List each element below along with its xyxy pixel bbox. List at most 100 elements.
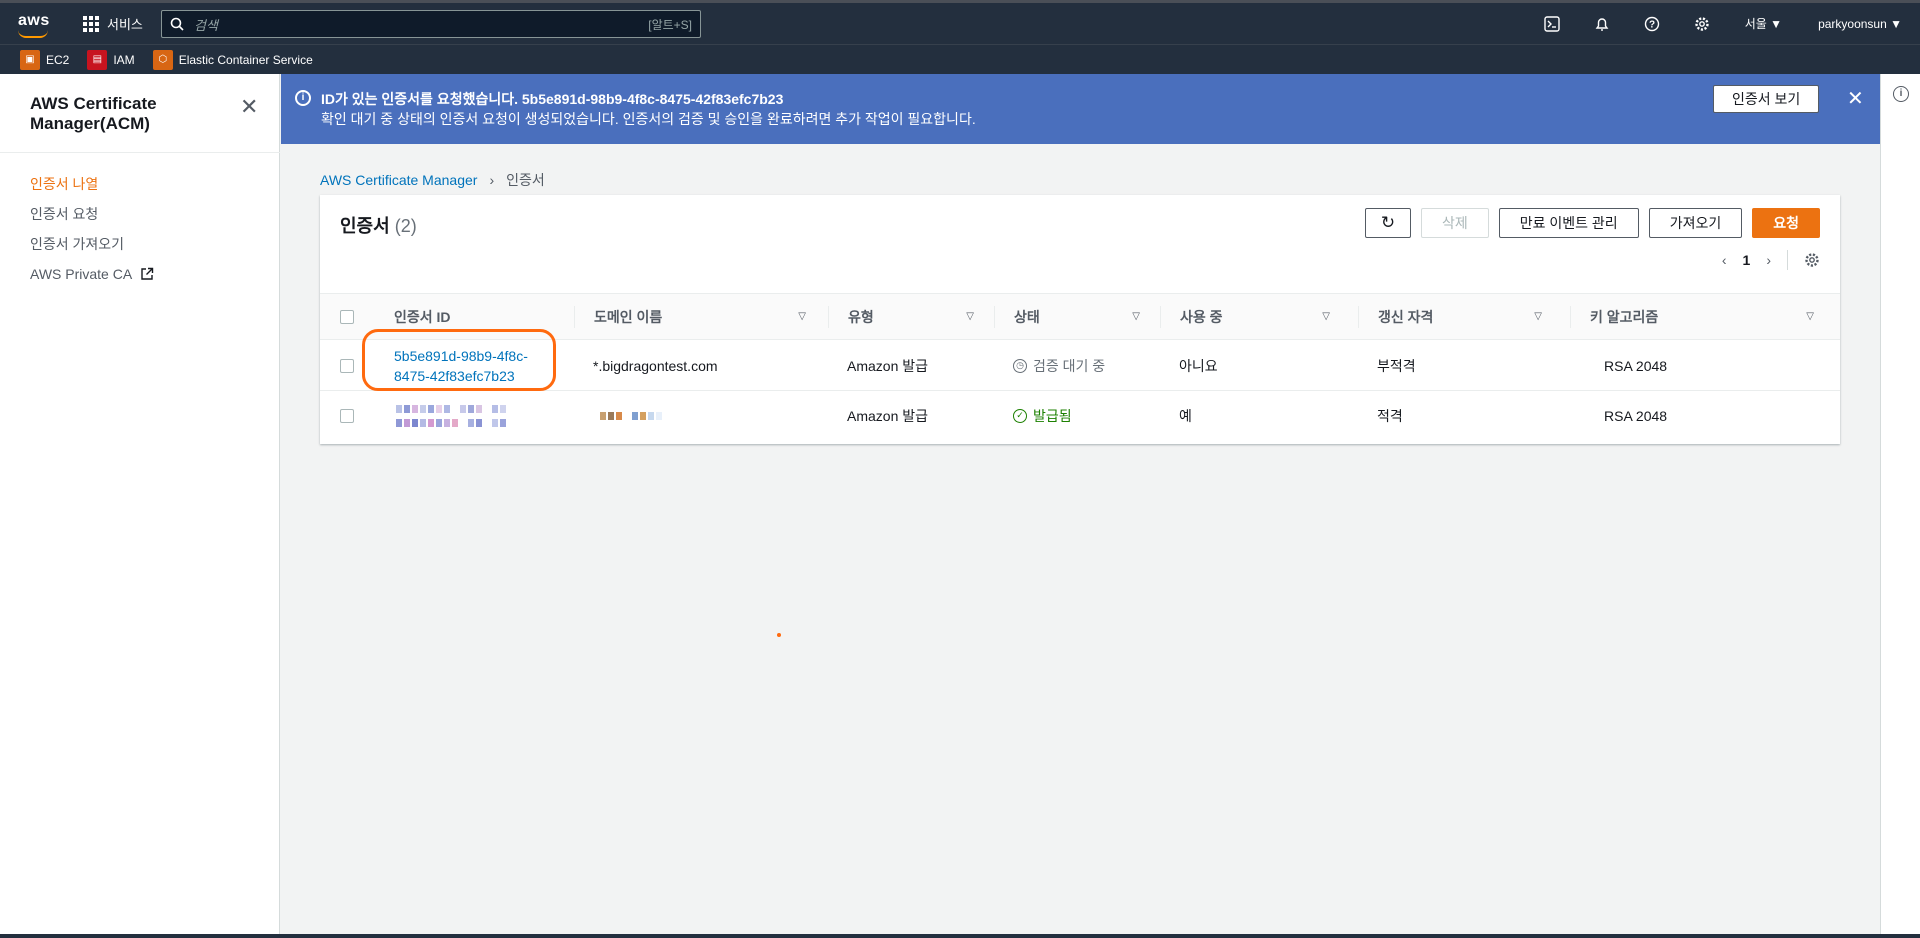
row-checkbox[interactable] <box>340 409 354 423</box>
renewal-eligibility: 적격 <box>1377 408 1403 424</box>
key-algorithm: RSA 2048 <box>1604 358 1668 374</box>
help-icon[interactable]: ? <box>1627 16 1677 32</box>
pagination: ‹ 1 › <box>1722 250 1820 270</box>
in-use: 아니요 <box>1179 358 1218 374</box>
cloudshell-icon[interactable] <box>1527 15 1577 32</box>
top-navigation: aws 서비스 검색 [알트+S] ? 서울 ▼ parkyoonsun ▼ <box>0 0 1920 44</box>
account-menu[interactable]: parkyoonsun ▼ <box>1800 17 1920 31</box>
flash-notification: i ID가 있는 인증서를 요청했습니다. 5b5e891d-98b9-4f8c… <box>281 74 1880 144</box>
page-number[interactable]: 1 <box>1743 252 1751 268</box>
check-circle-icon: ✓ <box>1013 409 1027 423</box>
help-panel-strip: i <box>1880 74 1920 938</box>
sidebar-title: AWS Certificate Manager(ACM) <box>30 94 157 133</box>
column-label: 유형 <box>848 309 874 325</box>
region-selector[interactable]: 서울 ▼ <box>1727 15 1800 32</box>
column-label: 사용 중 <box>1180 309 1223 325</box>
external-link-icon <box>141 267 154 280</box>
select-all-checkbox[interactable] <box>340 310 354 324</box>
svg-text:?: ? <box>1649 19 1655 30</box>
chevron-left-icon[interactable]: ‹ <box>1722 252 1727 268</box>
favorite-ec2[interactable]: ▣ EC2 <box>20 49 70 70</box>
aws-logo[interactable]: aws <box>18 12 50 38</box>
refresh-button[interactable]: ↻ <box>1364 208 1411 238</box>
preferences-icon[interactable] <box>1804 252 1820 268</box>
manage-expiry-events-button[interactable]: 만료 이벤트 관리 <box>1498 208 1639 238</box>
info-icon: i <box>295 90 311 106</box>
page-title: 인증서 (2) <box>340 212 417 238</box>
column-label: 인증서 ID <box>394 309 451 325</box>
iam-icon: ▤ <box>87 49 108 70</box>
sidebar-item-import-certificate[interactable]: 인증서 가져오기 <box>30 229 154 259</box>
column-domain-name[interactable]: 도메인 이름 ▽ <box>574 294 816 340</box>
view-certificate-button[interactable]: 인증서 보기 <box>1713 85 1820 113</box>
sort-icon: ▽ <box>1806 311 1814 322</box>
search-icon <box>170 17 184 31</box>
sidebar-item-label: 인증서 요청 <box>30 206 99 222</box>
search-shortcut: [알트+S] <box>648 17 692 32</box>
favorite-iam[interactable]: ▤ IAM <box>87 49 135 70</box>
delete-button[interactable]: 삭제 <box>1420 208 1489 238</box>
sidebar-item-label: AWS Private CA <box>30 266 133 282</box>
certificate-count: (2) <box>394 216 417 236</box>
search-input[interactable]: 검색 [알트+S] <box>161 10 701 38</box>
certificate-type: Amazon 발급 <box>847 358 929 374</box>
annotation-circle <box>362 329 556 391</box>
sort-icon: ▽ <box>1322 311 1330 322</box>
breadcrumb-root[interactable]: AWS Certificate Manager <box>320 172 477 188</box>
column-label: 도메인 이름 <box>594 309 663 325</box>
close-icon[interactable]: ✕ <box>240 94 258 120</box>
refresh-icon: ↻ <box>1380 213 1396 232</box>
import-button[interactable]: 가져오기 <box>1648 208 1743 238</box>
certificate-id-redacted[interactable] <box>396 391 506 441</box>
column-type[interactable]: 유형 ▽ <box>828 294 984 340</box>
settings-icon[interactable] <box>1677 16 1727 32</box>
column-label: 갱신 자격 <box>1378 309 1434 325</box>
ec2-icon: ▣ <box>20 49 40 70</box>
sidebar-item-label: 인증서 나열 <box>30 176 99 192</box>
sidebar-item-request-certificate[interactable]: 인증서 요청 <box>30 199 154 229</box>
status-text: 검증 대기 중 <box>1033 358 1106 374</box>
sidebar-divider <box>0 152 280 153</box>
breadcrumb-current: 인증서 <box>506 172 545 188</box>
info-panel-icon[interactable]: i <box>1893 86 1909 102</box>
key-algorithm: RSA 2048 <box>1604 408 1668 424</box>
dismiss-icon[interactable]: ✕ <box>1847 86 1864 111</box>
sort-icon: ▽ <box>798 311 806 322</box>
row-checkbox[interactable] <box>340 359 354 373</box>
status-text: 발급됨 <box>1033 408 1072 424</box>
request-button[interactable]: 요청 <box>1752 208 1820 238</box>
region-label: 서울 ▼ <box>1744 17 1783 31</box>
search-placeholder: 검색 <box>194 17 218 33</box>
sidebar-item-label: 인증서 가져오기 <box>30 236 125 252</box>
sidebar-item-list-certificates[interactable]: 인증서 나열 <box>30 169 154 199</box>
chevron-right-icon[interactable]: › <box>1766 252 1771 268</box>
table-row: Amazon 발급 ✓ 발급됨 예 적격 RSA 2048 <box>320 391 1840 441</box>
chevron-right-icon: › <box>489 172 495 188</box>
column-status[interactable]: 상태 ▽ <box>994 294 1150 340</box>
account-label: parkyoonsun ▼ <box>1818 16 1902 31</box>
status-pending: ◷ 검증 대기 중 <box>1013 341 1105 391</box>
clock-icon: ◷ <box>1013 359 1027 373</box>
bell-icon[interactable] <box>1577 16 1627 32</box>
column-label: 키 알고리즘 <box>1590 309 1659 325</box>
column-key-algorithm[interactable]: 키 알고리즘 ▽ <box>1570 294 1824 340</box>
logo-text: aws <box>18 12 50 29</box>
services-menu[interactable]: 서비스 <box>83 14 143 33</box>
annotation-dot <box>777 633 781 637</box>
ecs-icon: ⬡ <box>152 49 173 70</box>
column-in-use[interactable]: 사용 중 ▽ <box>1160 294 1340 340</box>
flash-message: 확인 대기 중 상태의 인증서 요청이 생성되었습니다. 인증서의 검증 및 승… <box>321 111 976 127</box>
in-use: 예 <box>1179 408 1192 424</box>
grid-icon <box>83 15 99 32</box>
breadcrumb: AWS Certificate Manager › 인증서 <box>320 170 545 190</box>
sidebar-item-private-ca[interactable]: AWS Private CA <box>30 259 154 289</box>
domain-name: *.bigdragontest.com <box>593 358 718 374</box>
favorite-ecs[interactable]: ⬡ Elastic Container Service <box>152 49 313 70</box>
status-issued: ✓ 발급됨 <box>1013 391 1072 441</box>
column-label: 상태 <box>1014 309 1040 325</box>
favorite-label: EC2 <box>46 52 70 67</box>
certificate-type: Amazon 발급 <box>847 408 929 424</box>
sort-icon: ▽ <box>1132 311 1140 322</box>
column-renewal-eligibility[interactable]: 갱신 자격 ▽ <box>1358 294 1552 340</box>
sort-icon: ▽ <box>1534 311 1542 322</box>
